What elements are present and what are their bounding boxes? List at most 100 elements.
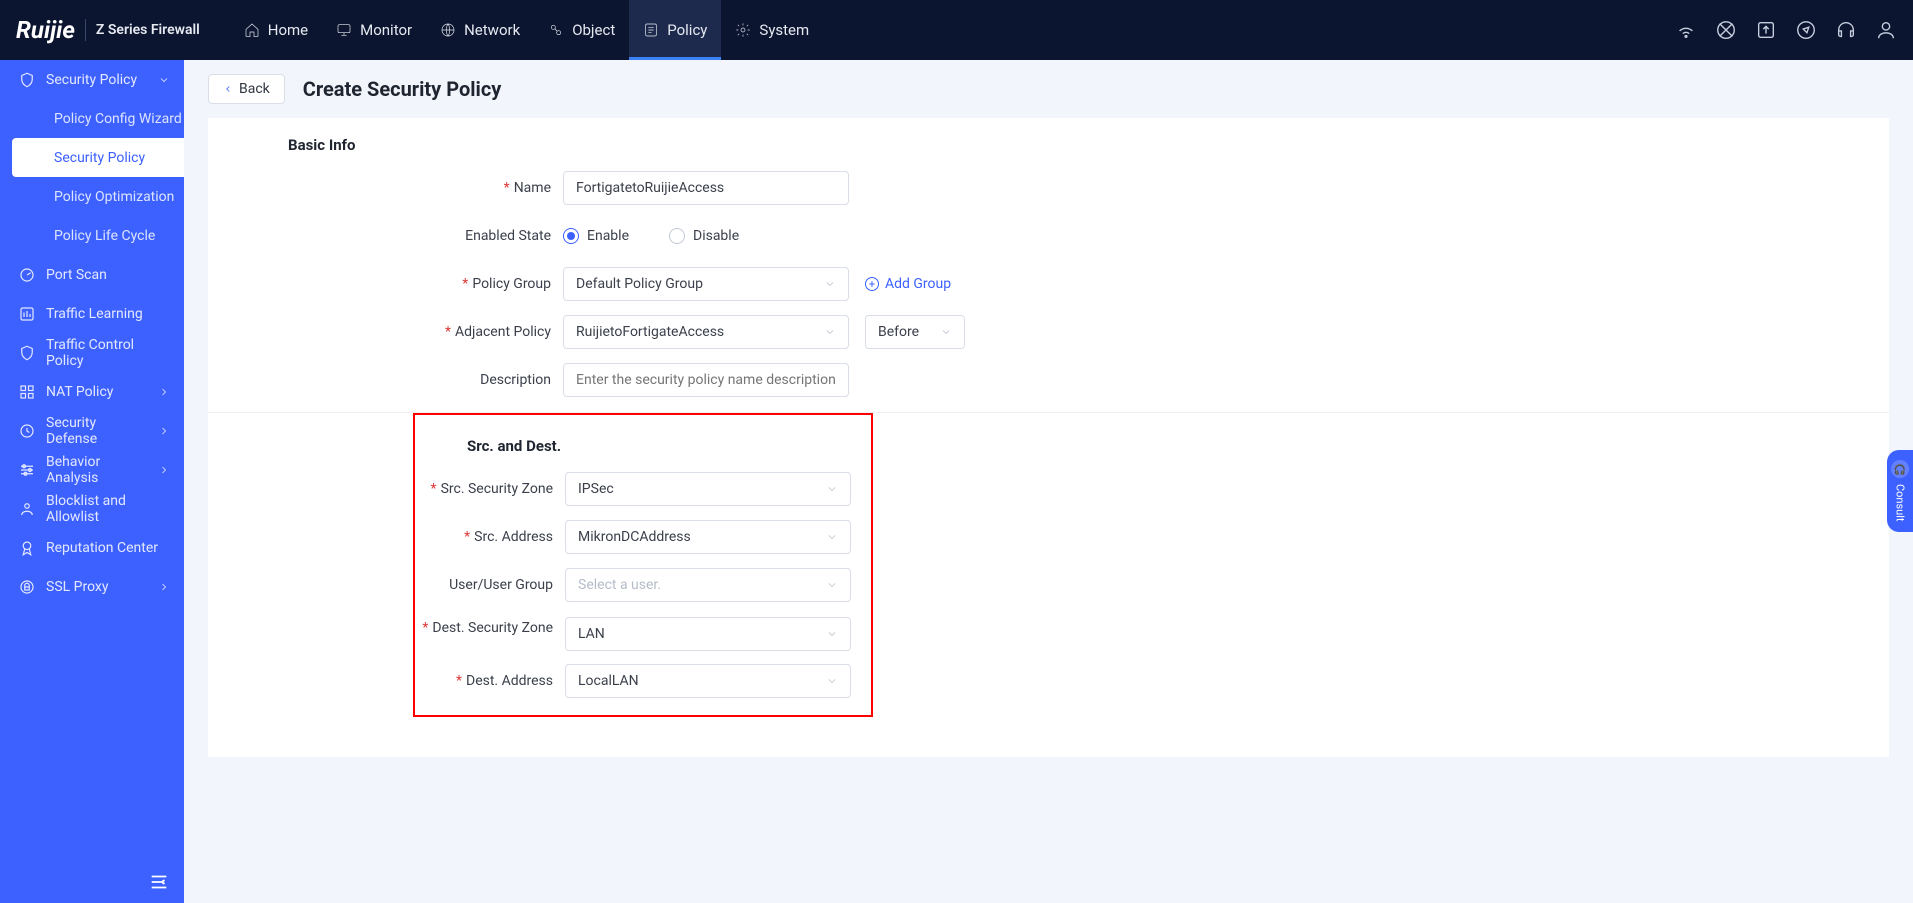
nav-home-label: Home [268, 21, 308, 39]
home-icon [244, 22, 260, 38]
add-group-link[interactable]: + Add Group [865, 276, 951, 292]
nav-home[interactable]: Home [230, 0, 322, 60]
top-nav: Ruijie Z Series Firewall Home Monitor Ne… [0, 0, 1913, 60]
page-header: Back Create Security Policy [184, 60, 1913, 118]
chevron-right-icon [158, 581, 170, 593]
chevron-left-icon [223, 84, 233, 94]
src-dest-highlight: Src. and Dest. *Src. Security Zone IPSec… [413, 413, 873, 717]
dest-zone-select[interactable]: LAN [565, 617, 851, 651]
policy-icon [643, 22, 659, 38]
upload-icon[interactable] [1755, 19, 1777, 41]
top-right [1675, 19, 1897, 41]
back-button[interactable]: Back [208, 74, 285, 104]
adjacent-policy-label: Adjacent Policy [455, 324, 551, 340]
radio-unchecked-icon [669, 228, 685, 244]
chevron-right-icon [158, 425, 170, 437]
monitor-icon [336, 22, 352, 38]
chevron-down-icon [826, 675, 838, 687]
form-panel: Basic Info *Name FortigatetoRuijieAccess… [208, 118, 1889, 757]
user-icon[interactable] [1875, 19, 1897, 41]
dest-zone-label: Dest. Security Zone [432, 620, 553, 636]
nav-network-label: Network [464, 21, 520, 39]
sidebar-sub-security-policy[interactable]: Security Policy [12, 138, 184, 177]
brand: Ruijie Z Series Firewall [16, 16, 200, 44]
nav-system[interactable]: System [721, 0, 823, 60]
brand-logo: Ruijie [16, 16, 75, 44]
back-label: Back [239, 81, 270, 97]
sidebar-sub-optimization[interactable]: Policy Optimization [0, 177, 184, 216]
compass-icon[interactable] [1795, 19, 1817, 41]
nav-network[interactable]: Network [426, 0, 534, 60]
consult-icon: 🎧 [1891, 460, 1909, 478]
chevron-down-icon [158, 74, 170, 86]
chevron-down-icon [824, 326, 836, 338]
chevron-down-icon [940, 326, 952, 338]
person-icon [18, 500, 36, 518]
page-title: Create Security Policy [303, 77, 502, 101]
sidebar-security-policy-label: Security Policy [46, 72, 137, 88]
shield-icon [18, 71, 36, 89]
nav-object[interactable]: Object [534, 0, 629, 60]
consult-tab[interactable]: 🎧 Consult [1887, 450, 1913, 532]
policy-group-select[interactable]: Default Policy Group [563, 267, 849, 301]
headset-icon[interactable] [1835, 19, 1857, 41]
nav-system-label: System [759, 21, 809, 39]
scan-icon [18, 266, 36, 284]
sidebar-port-scan[interactable]: Port Scan [0, 255, 184, 294]
chevron-down-icon [826, 579, 838, 591]
sidebar: Security Policy Policy Config Wizard Sec… [0, 60, 184, 903]
sliders-icon [18, 461, 36, 479]
brand-divider [85, 19, 86, 41]
chevron-down-icon [826, 483, 838, 495]
sidebar-security-policy-group[interactable]: Security Policy [0, 60, 184, 99]
main-content: Back Create Security Policy Basic Info *… [184, 60, 1913, 903]
sidebar-sub-config-wizard[interactable]: Policy Config Wizard [0, 99, 184, 138]
chevron-down-icon [826, 531, 838, 543]
description-input[interactable] [563, 363, 849, 397]
wifi-icon[interactable] [1675, 19, 1697, 41]
threat-icon[interactable] [1715, 19, 1737, 41]
sidebar-traffic-control[interactable]: Traffic Control Policy [0, 333, 184, 372]
src-zone-select[interactable]: IPSec [565, 472, 851, 506]
policy-group-label: Policy Group [472, 276, 551, 292]
nav-policy[interactable]: Policy [629, 0, 721, 60]
chevron-down-icon [826, 628, 838, 640]
radio-enable[interactable]: Enable [563, 228, 629, 244]
user-group-label: User/User Group [449, 577, 553, 593]
sidebar-ssl-proxy[interactable]: SSL Proxy [0, 567, 184, 606]
sidebar-security-defense[interactable]: Security Defense [0, 411, 184, 450]
gear-icon [735, 22, 751, 38]
radio-checked-icon [563, 228, 579, 244]
nav-monitor[interactable]: Monitor [322, 0, 426, 60]
dest-addr-select[interactable]: LocalLAN [565, 664, 851, 698]
sidebar-reputation[interactable]: Reputation Center [0, 528, 184, 567]
radio-disable[interactable]: Disable [669, 228, 739, 244]
grid-icon [18, 383, 36, 401]
user-group-select[interactable]: Select a user. [565, 568, 851, 602]
chevron-right-icon [158, 464, 170, 476]
src-addr-select[interactable]: MikronDCAddress [565, 520, 851, 554]
sidebar-traffic-learning[interactable]: Traffic Learning [0, 294, 184, 333]
collapse-sidebar-icon[interactable] [148, 871, 170, 893]
sidebar-blocklist[interactable]: Blocklist and Allowlist [0, 489, 184, 528]
badge-icon [18, 539, 36, 557]
src-addr-label: Src. Address [474, 529, 553, 545]
lock-icon [18, 578, 36, 596]
object-icon [548, 22, 564, 38]
nav-object-label: Object [572, 21, 615, 39]
defense-icon [18, 422, 36, 440]
shield-outline-icon [18, 344, 36, 362]
nav-policy-label: Policy [667, 21, 707, 39]
adjacent-policy-select[interactable]: RuijietoFortigateAccess [563, 315, 849, 349]
position-select[interactable]: Before [865, 315, 965, 349]
brand-product: Z Series Firewall [96, 22, 200, 38]
sidebar-nat-policy[interactable]: NAT Policy [0, 372, 184, 411]
sidebar-sub-life-cycle[interactable]: Policy Life Cycle [0, 216, 184, 255]
nav-items: Home Monitor Network Object Policy Syste… [230, 0, 823, 60]
description-label: Description [480, 372, 551, 388]
sidebar-behavior-analysis[interactable]: Behavior Analysis [0, 450, 184, 489]
name-input[interactable]: FortigatetoRuijieAccess [563, 171, 849, 205]
plus-circle-icon: + [865, 277, 879, 291]
basic-info-title: Basic Info [208, 118, 1889, 164]
chevron-right-icon [158, 386, 170, 398]
